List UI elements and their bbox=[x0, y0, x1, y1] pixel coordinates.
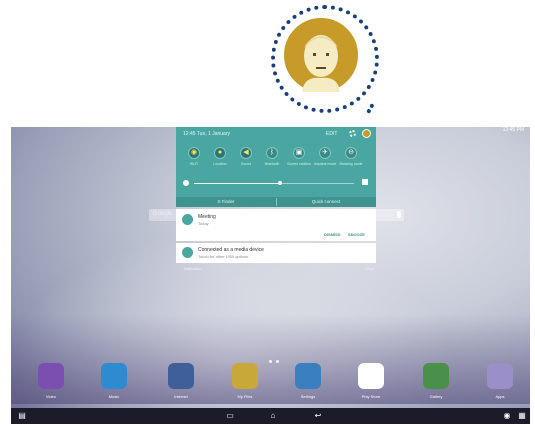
toggle-label: Wi-Fi bbox=[189, 162, 199, 166]
panel-footer: Notification Clear bbox=[176, 265, 376, 273]
quick-settings: 12:45 Tue, 1 January EDIT ◉ Wi-Fi ● Locatio… bbox=[176, 127, 376, 207]
brightness-thumb[interactable] bbox=[278, 181, 283, 185]
app-label: Apps bbox=[495, 394, 505, 399]
notification-title: Connected as a media device bbox=[198, 247, 264, 253]
edit-button[interactable]: EDIT bbox=[326, 131, 337, 137]
search-hint: Google bbox=[153, 211, 173, 217]
toggle-label: Location bbox=[213, 162, 227, 166]
app-apps-icon[interactable] bbox=[487, 363, 513, 389]
toggle-label: Bluetooth bbox=[264, 162, 280, 166]
home-button[interactable]: ⌂ bbox=[268, 412, 278, 420]
toggle-wifi-icon[interactable]: ◉ bbox=[188, 147, 200, 159]
callout-tail bbox=[357, 98, 375, 114]
notification-panel: 12:45 Tue, 1 January EDIT ◉ Wi-Fi ● Locatio… bbox=[176, 127, 376, 277]
toggle-label: Blocking mode bbox=[339, 162, 363, 166]
calendar-icon bbox=[182, 214, 193, 225]
app-video-icon[interactable] bbox=[38, 363, 64, 389]
app-label: Music bbox=[108, 394, 120, 399]
user-icon[interactable] bbox=[362, 129, 371, 138]
app-label: Gallery bbox=[429, 394, 443, 399]
app-label: My Files bbox=[237, 394, 253, 399]
toggle-airplane-mode-icon[interactable]: ✈ bbox=[319, 147, 331, 159]
gallery-icon[interactable]: ▦ bbox=[517, 412, 527, 420]
auto-brightness-checkbox[interactable] bbox=[362, 179, 368, 185]
app-label: Play Store bbox=[361, 394, 381, 399]
app-label: Settings bbox=[300, 394, 316, 399]
toggle-label: Sound bbox=[240, 162, 252, 166]
recent-apps-button[interactable]: ▭ bbox=[225, 412, 235, 420]
app-label: Internet bbox=[174, 394, 188, 399]
brightness-slider[interactable] bbox=[194, 181, 354, 185]
navigation-bar: ▤ ▭ ⌂ ↩ ◉ ▦ bbox=[11, 408, 530, 424]
gear-icon[interactable] bbox=[349, 130, 356, 137]
tab-quick-connect[interactable]: Quick connect bbox=[276, 199, 376, 204]
toggle-sound-icon[interactable]: ◀ bbox=[240, 147, 252, 159]
notification-card-usb[interactable]: Connected as a media device Touch for ot… bbox=[176, 243, 376, 263]
clear-button[interactable]: Clear bbox=[366, 267, 374, 271]
notification-subtitle: Today bbox=[198, 221, 209, 226]
toggle-location-icon[interactable]: ● bbox=[214, 147, 226, 159]
microphone-icon[interactable] bbox=[397, 211, 401, 218]
app-label: Video bbox=[45, 394, 57, 399]
app-settings-icon[interactable] bbox=[295, 363, 321, 389]
notification-title: Meeting bbox=[198, 214, 216, 220]
toggle-bluetooth-icon[interactable]: ᛒ bbox=[266, 147, 278, 159]
dismiss-button[interactable]: DISMISS bbox=[324, 232, 340, 237]
toggle-blocking-mode-icon[interactable]: ⊖ bbox=[345, 147, 357, 159]
avatar bbox=[280, 14, 362, 96]
app-play-store-icon[interactable] bbox=[358, 363, 384, 389]
brightness-fill bbox=[194, 183, 281, 184]
toggle-screen-rotation-icon[interactable]: ▣ bbox=[293, 147, 305, 159]
app-gallery-icon[interactable] bbox=[423, 363, 449, 389]
notification-card-meeting[interactable]: Meeting Today DISMISS SNOOZE bbox=[176, 209, 376, 241]
toggle-label: Screen rotation bbox=[287, 162, 311, 166]
notification-subtitle: Touch for other USB options. bbox=[198, 254, 250, 259]
notification-label: Notification bbox=[184, 267, 202, 271]
snooze-button[interactable]: SNOOZE bbox=[348, 232, 365, 237]
back-button[interactable]: ↩ bbox=[313, 412, 323, 420]
app-music-icon[interactable] bbox=[101, 363, 127, 389]
tab-s-finder[interactable]: S Finder bbox=[176, 199, 276, 204]
panel-date-time: 12:45 Tue, 1 January bbox=[183, 131, 230, 137]
tablet-screen: 12:45 PM Google Video Music Internet My Fil… bbox=[11, 127, 530, 424]
status-time: 12:45 PM bbox=[502, 127, 524, 133]
app-dock: Video Music Internet My Files Settings Play S… bbox=[11, 363, 530, 411]
usb-icon bbox=[182, 247, 193, 258]
quick-tabs: S Finder Quick connect bbox=[176, 197, 376, 207]
brightness-icon bbox=[183, 180, 189, 186]
user-avatar-callout bbox=[271, 5, 379, 114]
user-face-icon bbox=[302, 35, 340, 92]
app-my-files-icon[interactable] bbox=[232, 363, 258, 389]
chrome-icon[interactable]: ◉ bbox=[502, 412, 512, 420]
screenshot-icon[interactable]: ▤ bbox=[17, 412, 27, 420]
toggle-label: Airplane mode bbox=[313, 162, 337, 166]
app-internet-icon[interactable] bbox=[168, 363, 194, 389]
